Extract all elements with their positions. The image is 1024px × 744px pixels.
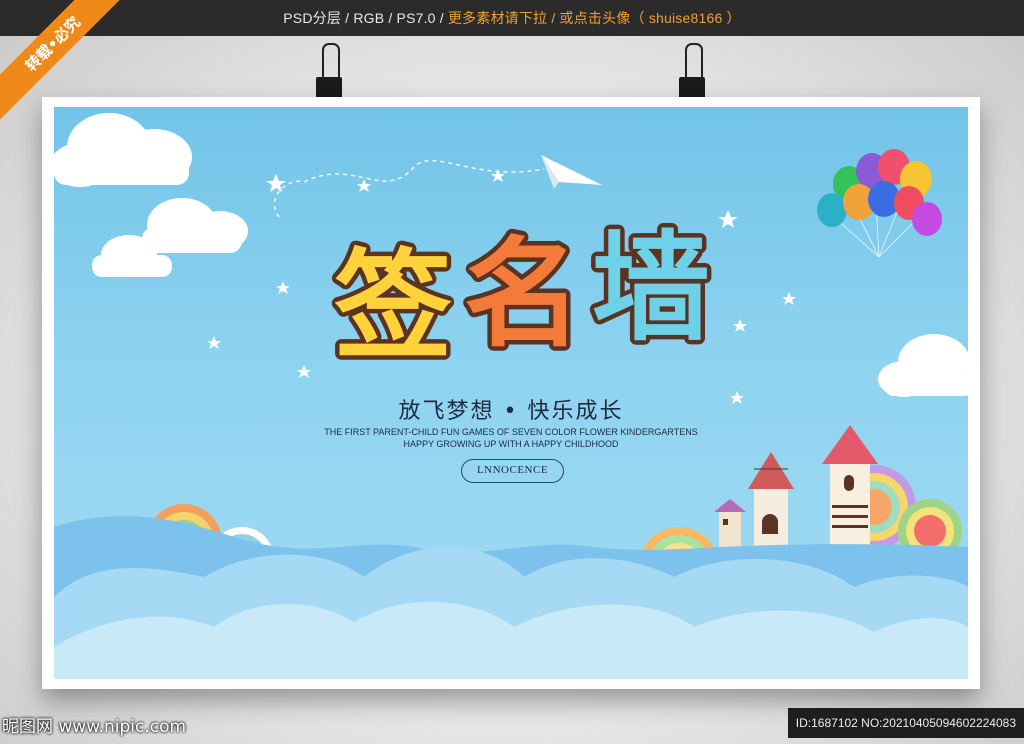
more-materials-link[interactable]: 更多素材请下拉 / 或点击头像（ shuise8166 ） (448, 8, 741, 28)
info-bar: PSD分层 / RGB / PS7.0 / 更多素材请下拉 / 或点击头像（ s… (0, 0, 1024, 36)
site-watermark: 昵图网 www.nipic.com (2, 717, 187, 737)
format-spec: PSD分层 / RGB / PS7.0 / (283, 10, 444, 26)
english-line-1: THE FIRST PARENT-CHILD FUN GAMES OF SEVE… (324, 427, 698, 437)
poster-title: 签 名 墙 (330, 217, 715, 380)
cloud-icon (54, 113, 248, 277)
poster-artwork: 签 名 墙 放飞梦想 • 快乐成长 THE FIRST PARENT-CHILD… (54, 107, 968, 679)
title-char-2: 名 (464, 225, 582, 363)
english-line-2: HAPPY GROWING UP WITH A HAPPY CHILDHOOD (403, 439, 619, 449)
title-char-1: 签 (334, 237, 452, 375)
poster-frame: 签 名 墙 放飞梦想 • 快乐成长 THE FIRST PARENT-CHILD… (42, 97, 980, 689)
balloons-icon (817, 149, 942, 258)
paper-plane-icon (541, 155, 602, 189)
cloud-icon (878, 334, 968, 397)
poster-subtitle: 放飞梦想 • 快乐成长 (398, 399, 624, 424)
title-char-3: 墙 (592, 219, 710, 357)
innocence-badge: LNNOCENCE (461, 459, 564, 483)
image-id: ID:1687102 NO:20210405094602224083 (787, 708, 1024, 738)
